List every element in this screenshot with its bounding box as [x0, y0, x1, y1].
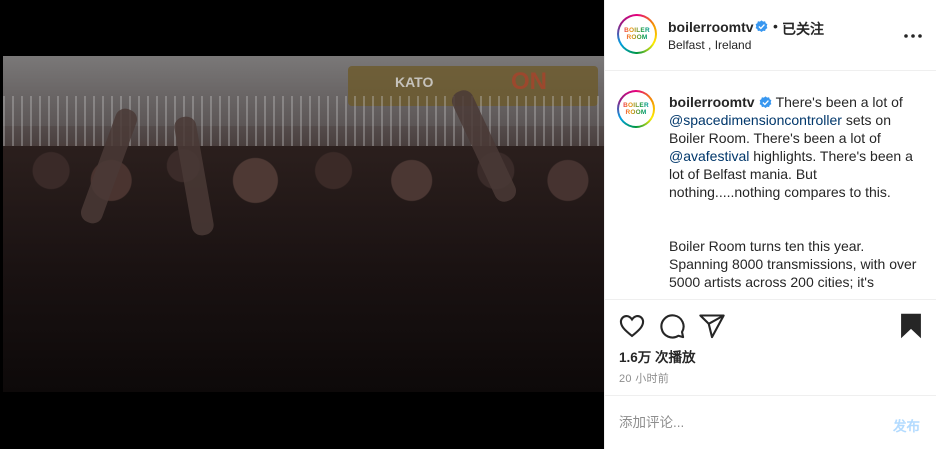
bookmark-icon[interactable] [897, 312, 925, 340]
post-timestamp[interactable]: 20 小时前 [619, 370, 669, 386]
mention-link[interactable]: @avafestival [669, 148, 749, 164]
comment-input[interactable] [619, 412, 869, 432]
billboard-text: KATO [395, 74, 434, 90]
billboard-text-2: ON [511, 68, 547, 95]
share-icon[interactable] [698, 312, 726, 340]
username-link[interactable]: boilerroomtv [668, 19, 754, 35]
comment-box: 发布 [605, 395, 936, 449]
video-frame[interactable]: KATO ON [3, 56, 604, 392]
mention-link[interactable]: @spacedimensioncontroller [669, 112, 842, 128]
location-link[interactable]: Belfast , Ireland [668, 38, 751, 52]
view-count[interactable]: 1.6万 次播放 [619, 346, 696, 366]
avatar[interactable]: BOILER ROOM [617, 14, 657, 54]
verified-badge-icon [755, 20, 768, 33]
avatar-logo: BOILER ROOM [619, 27, 655, 41]
caption-avatar[interactable]: BOILER ROOM [617, 90, 655, 128]
action-bar: 1.6万 次播放 20 小时前 [605, 299, 936, 406]
post-header: BOILER ROOM boilerroomtv • 已关注 Belfast ,… [605, 0, 936, 71]
more-options-icon[interactable] [901, 24, 925, 48]
post-comment-button[interactable]: 发布 [893, 415, 920, 435]
caption-area: BOILER ROOM boilerroomtv There's been a … [605, 71, 936, 299]
caption-paragraph-2: Boiler Room turns ten this year. Spannin… [669, 238, 917, 290]
comment-icon[interactable] [658, 312, 686, 340]
post-sidebar: BOILER ROOM boilerroomtv • 已关注 Belfast ,… [604, 0, 936, 449]
separator-dot: • [773, 18, 778, 34]
verified-badge-icon [759, 96, 771, 109]
caption-text: boilerroomtv There's been a lot of @spac… [669, 93, 925, 299]
follow-status-button[interactable]: 已关注 [782, 19, 824, 39]
caption-username-link[interactable]: boilerroomtv [669, 94, 755, 110]
heart-icon[interactable] [618, 312, 646, 340]
avatar-logo: BOILER ROOM [619, 102, 653, 116]
caption-segment: There's been a lot of [775, 94, 903, 110]
video-player[interactable]: KATO ON [0, 0, 604, 449]
